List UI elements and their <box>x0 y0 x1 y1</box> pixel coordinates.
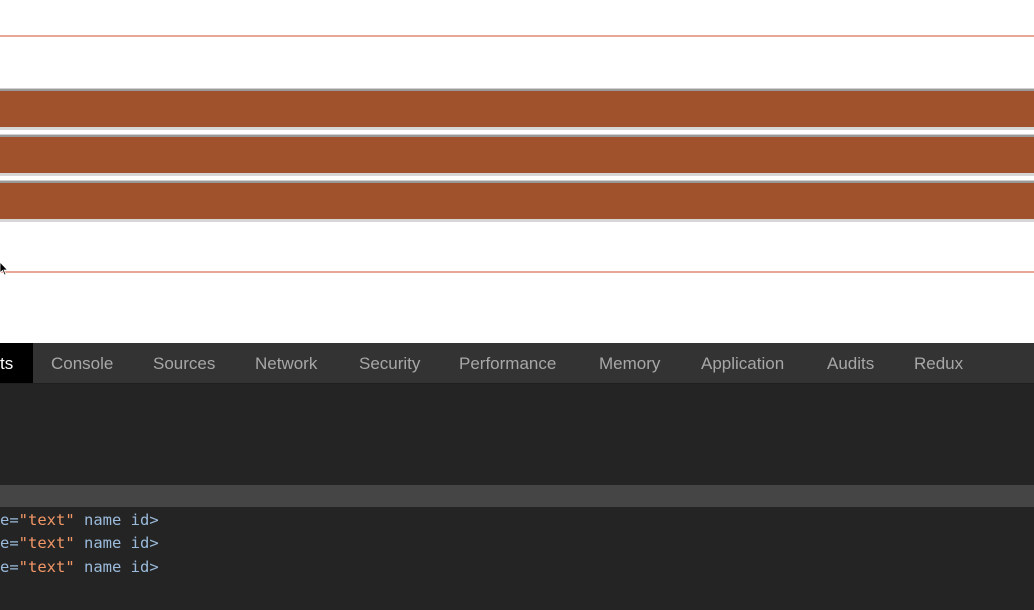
tab-memory[interactable]: Memory <box>599 343 660 383</box>
devtools-panel: ts Console Sources Network Security Perf… <box>0 343 1034 610</box>
tab-performance[interactable]: Performance <box>459 343 556 383</box>
tab-network[interactable]: Network <box>255 343 317 383</box>
guide-line-bottom <box>0 271 1034 273</box>
mouse-cursor-icon <box>0 262 8 276</box>
page-preview <box>0 0 1034 343</box>
tab-elements[interactable]: ts <box>0 343 34 383</box>
attr-prefix: e= <box>0 511 19 529</box>
tab-sources[interactable]: Sources <box>153 343 215 383</box>
dom-node-line[interactable]: e="text" name id> <box>0 556 159 578</box>
tab-application[interactable]: Application <box>701 343 784 383</box>
input-box-1[interactable] <box>0 88 1034 130</box>
dom-node-line[interactable]: e="text" name id> <box>0 532 159 554</box>
attr-prefix: e= <box>0 558 19 576</box>
tab-console[interactable]: Console <box>51 343 113 383</box>
input-box-3[interactable] <box>0 180 1034 222</box>
attr-rest: name id> <box>74 511 159 529</box>
attr-value: "text" <box>18 511 75 529</box>
dom-node-line[interactable]: e="text" name id> <box>0 509 159 531</box>
devtools-tab-bar: ts Console Sources Network Security Perf… <box>0 343 1034 384</box>
elements-tree-upper <box>0 384 1034 485</box>
attr-rest: name id> <box>74 534 159 552</box>
attr-prefix: e= <box>0 534 19 552</box>
attr-value: "text" <box>18 534 75 552</box>
tab-audits[interactable]: Audits <box>827 343 874 383</box>
guide-line-top <box>0 35 1034 37</box>
tab-security[interactable]: Security <box>359 343 420 383</box>
dom-tree: e="text" name id> e="text" name id> e="t… <box>0 507 1034 610</box>
input-box-2[interactable] <box>0 134 1034 176</box>
selected-node-row[interactable] <box>0 485 1034 507</box>
tab-redux[interactable]: Redux <box>914 343 963 383</box>
attr-value: "text" <box>18 558 75 576</box>
attr-rest: name id> <box>74 558 159 576</box>
